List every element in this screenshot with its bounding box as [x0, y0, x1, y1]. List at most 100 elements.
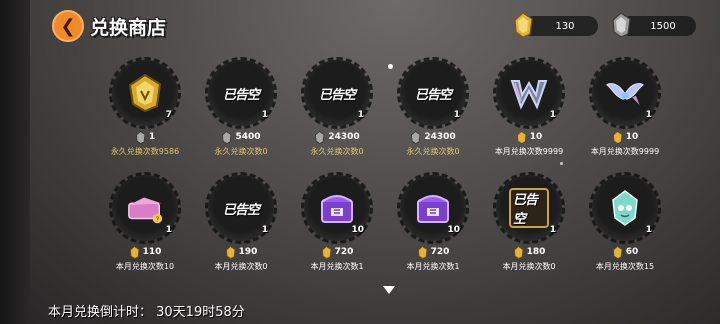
item-price: 10 — [516, 130, 543, 144]
silver-currency-counter: 1500 — [612, 12, 696, 38]
cyan-gem-icon — [605, 188, 645, 228]
gold-crystal-icon — [516, 130, 527, 144]
item-price-value: 720 — [334, 247, 354, 257]
item-price-value: 10 — [529, 132, 543, 142]
item-price-value: 720 — [430, 247, 450, 257]
item-quantity: 10 — [447, 225, 460, 235]
item-price: 60 — [612, 245, 639, 259]
gold-currency-counter: 130 — [514, 12, 598, 38]
item-quantity: 1 — [453, 110, 460, 120]
item-exchange-limit: 本月兑换次数0 — [214, 262, 268, 271]
scroll-down-arrow-icon[interactable] — [383, 286, 395, 296]
page-title: 兑换商店 — [90, 16, 167, 39]
item-slot: 已告空 1 — [493, 172, 565, 244]
back-button[interactable]: ❮ — [52, 10, 84, 42]
item-price: 5400 — [221, 130, 261, 144]
item-price-value: 5400 — [235, 132, 261, 142]
wings-icon — [605, 73, 645, 113]
item-price: 110 — [129, 245, 162, 259]
logo-item-icon: 已告空 — [413, 73, 453, 113]
back-arrow-icon: ❮ — [60, 15, 76, 37]
item-slot: 7 — [109, 57, 181, 129]
item-price: 1 — [135, 130, 155, 144]
item-quantity: 1 — [165, 225, 172, 235]
item-exchange-limit: 永久兑换次数0 — [310, 147, 364, 156]
item-exchange-limit: 本月兑换次数10 — [115, 262, 175, 271]
gold-crystal-icon — [129, 245, 140, 259]
silver-crystal-icon — [135, 130, 146, 144]
item-exchange-limit: 本月兑换次数1 — [406, 262, 460, 271]
item-quantity: 10 — [351, 225, 364, 235]
gold-crystal-icon — [225, 245, 236, 259]
item-logo-text: 已告空 — [222, 87, 260, 103]
item-exchange-limit: 本月兑换次数9999 — [494, 147, 564, 156]
item-price-value: 60 — [625, 247, 639, 257]
gold-currency-value: 130 — [555, 20, 575, 32]
item-price: 180 — [513, 245, 546, 259]
item-slot: 已告空 1 — [397, 57, 469, 129]
gold-crystal-icon — [612, 130, 623, 144]
left-edge-strip — [0, 0, 30, 324]
item-exchange-limit: 本月兑换次数0 — [502, 262, 556, 271]
gold-frame-icon: 已告空 — [509, 188, 549, 228]
item-price: 190 — [225, 245, 258, 259]
item-slot: 1 — [589, 57, 661, 129]
item-slot: 已告空 1 — [301, 57, 373, 129]
shop-item[interactable]: 已告空 1 5400 永久兑换次数0 — [193, 57, 289, 162]
shop-item[interactable]: 1 10 本月兑换次数9999 — [481, 57, 577, 162]
logo-item-icon: 已告空 — [317, 73, 357, 113]
shop-item[interactable]: 已告空 1 190 本月兑换次数0 — [193, 172, 289, 277]
item-price-value: 190 — [238, 247, 258, 257]
item-quantity: 1 — [549, 110, 556, 120]
item-exchange-limit: 永久兑换次数0 — [406, 147, 460, 156]
gold-crystal-icon — [513, 245, 524, 259]
item-slot: ? 1 — [109, 172, 181, 244]
item-exchange-limit: 本月兑换次数1 — [310, 262, 364, 271]
silver-crystal-icon — [411, 130, 421, 144]
monthly-countdown: 本月兑换倒计时： 30天19时58分 — [48, 305, 245, 320]
shop-item[interactable]: 已告空 1 24300 永久兑换次数0 — [289, 57, 385, 162]
item-slot: 1 — [493, 57, 565, 129]
item-exchange-limit: 本月兑换次数15 — [595, 262, 655, 271]
item-price-value: 24300 — [328, 132, 360, 142]
shop-item[interactable]: 7 1 永久兑换次数9586 — [97, 57, 193, 162]
item-exchange-limit: 永久兑换次数0 — [214, 147, 268, 156]
shop-item[interactable]: 已告空 1 180 本月兑换次数0 — [481, 172, 577, 277]
shop-item[interactable]: 1 60 本月兑换次数15 — [577, 172, 673, 277]
shop-item[interactable]: 已告空 1 24300 永久兑换次数0 — [385, 57, 481, 162]
item-slot: 已告空 1 — [205, 172, 277, 244]
item-quantity: 1 — [261, 225, 268, 235]
item-price-value: 180 — [526, 247, 546, 257]
item-quantity: 1 — [549, 225, 556, 235]
item-logo-text: 已告空 — [414, 87, 452, 103]
item-quantity: 1 — [645, 225, 652, 235]
item-quantity: 1 — [645, 110, 652, 120]
shop-item[interactable]: 10 720 本月兑换次数1 — [385, 172, 481, 277]
item-logo-text: 已告空 — [513, 193, 538, 227]
shop-item[interactable]: ? 1 110 本月兑换次数10 — [97, 172, 193, 277]
silver-crystal-icon — [315, 130, 325, 144]
item-price: 24300 — [314, 130, 360, 144]
svg-text:?: ? — [156, 215, 160, 223]
item-exchange-limit: 本月兑换次数9999 — [590, 147, 660, 156]
item-price-value: 110 — [142, 247, 162, 257]
silver-crystal-icon — [612, 12, 631, 38]
item-price: 720 — [417, 245, 450, 259]
gold-crystal-icon — [612, 245, 623, 259]
item-slot: 1 — [589, 172, 661, 244]
item-quantity: 1 — [357, 110, 364, 120]
header: ❮ 兑换商店 — [52, 8, 166, 44]
purple-chest-icon — [413, 188, 453, 228]
item-slot: 已告空 1 — [205, 57, 277, 129]
shop-item[interactable]: 10 720 本月兑换次数1 — [289, 172, 385, 277]
w-badge-icon — [509, 73, 549, 113]
shop-item[interactable]: 1 10 本月兑换次数9999 — [577, 57, 673, 162]
item-slot: 10 — [301, 172, 373, 244]
silver-crystal-icon — [222, 130, 232, 144]
item-price-value: 10 — [625, 132, 639, 142]
gold-crystal-icon — [125, 73, 165, 113]
item-price: 720 — [321, 245, 354, 259]
logo-item-icon: 已告空 — [221, 73, 261, 113]
item-slot: 10 — [397, 172, 469, 244]
gold-crystal-icon — [514, 12, 533, 38]
